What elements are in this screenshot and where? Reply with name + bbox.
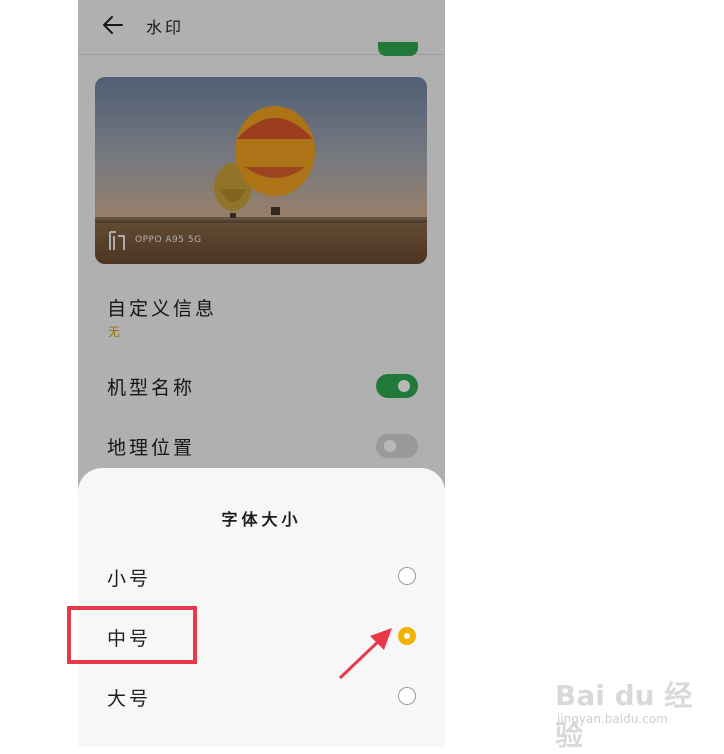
option-small[interactable]: 小号 [78, 550, 445, 606]
option-label: 小号 [107, 568, 152, 590]
radio-large[interactable] [398, 687, 416, 705]
brand-url: jingyan.baidu.com [557, 712, 668, 726]
radio-small[interactable] [398, 567, 416, 585]
annotation-arrow-icon [336, 626, 396, 686]
option-label: 大号 [107, 688, 152, 710]
annotation-highlight-box [67, 606, 197, 664]
radio-medium-selected[interactable] [398, 627, 416, 645]
brand-watermark: Bai du 经验 jingyan.baidu.com [555, 668, 715, 752]
sheet-title: 字体大小 [221, 510, 302, 529]
